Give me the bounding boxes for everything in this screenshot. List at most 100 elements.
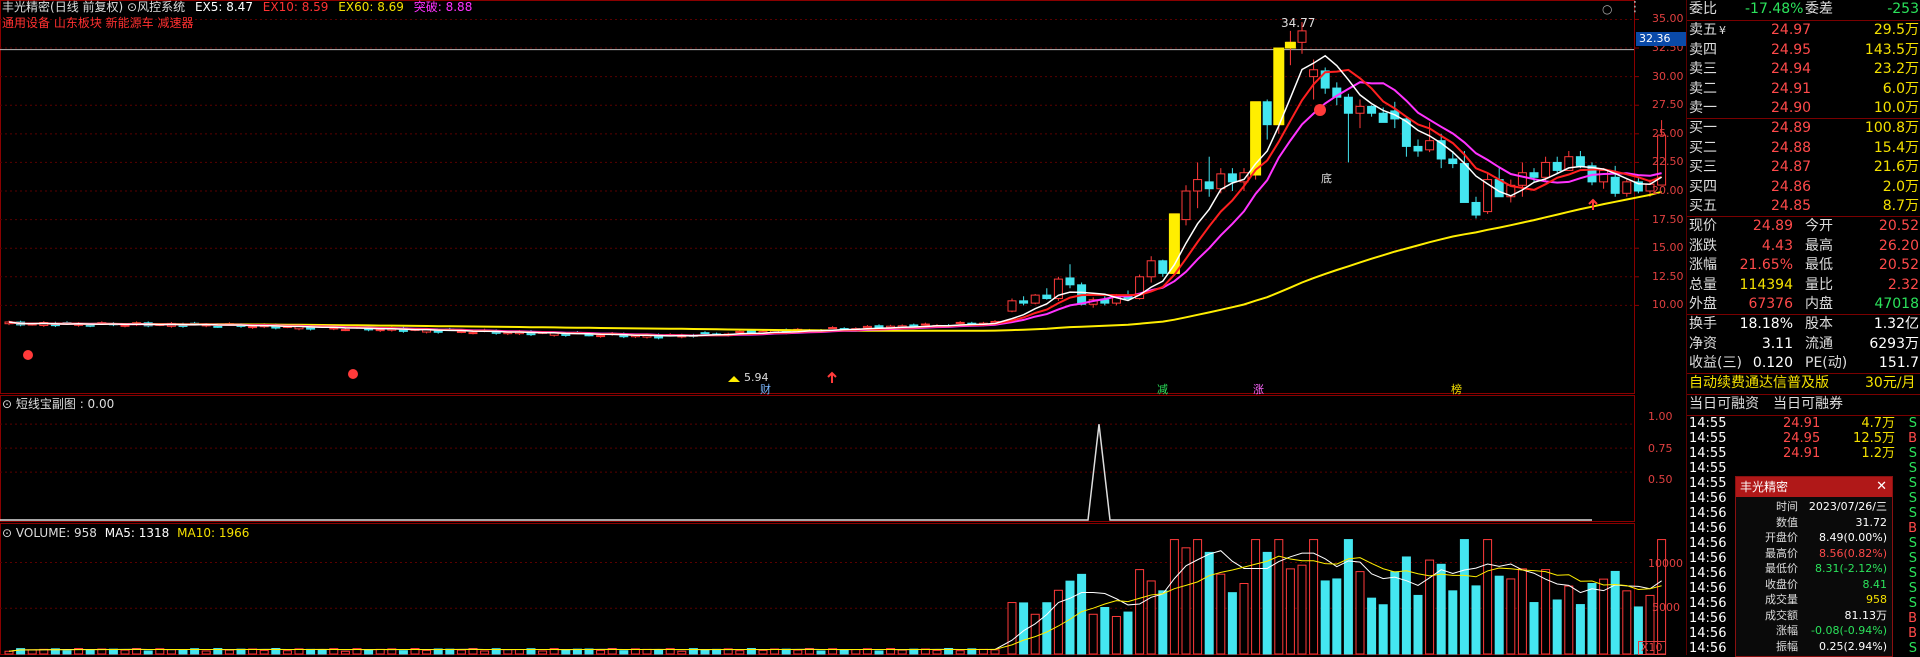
ask-volume: 29.5万 — [1873, 22, 1919, 38]
volume-bar — [1216, 573, 1226, 655]
volume-bar — [1007, 602, 1017, 655]
trade-time: 14:56 — [1689, 581, 1727, 596]
volume-bar — [120, 649, 130, 655]
volume-bar — [897, 649, 907, 655]
ask-row-2[interactable]: 卖二 24.91 6.0万 — [1687, 80, 1920, 99]
popup-key: 成交额 — [1765, 608, 1798, 622]
trade-row: 14:55 24.91 1.2万 S — [1687, 446, 1920, 461]
ask-row-3[interactable]: 卖三 24.94 23.2万 — [1687, 60, 1920, 79]
price-tick-8: 15.00 — [1652, 241, 1684, 255]
bid-label: 买三 — [1689, 159, 1717, 175]
volume-bar — [1483, 539, 1493, 655]
volume-bar — [340, 650, 350, 655]
bid-volume: 21.6万 — [1873, 159, 1919, 175]
bar-info-popup[interactable]: 丰光精密 ✕ 时间 2023/07/26/三 数值 31.72 开盘价 8.49(0.00… — [1735, 476, 1893, 657]
menu-icon[interactable]: ⋮ — [1628, 0, 1642, 14]
candle-body — [375, 329, 385, 332]
candle-body — [1425, 140, 1435, 151]
tab-margin-financing[interactable]: 当日可融资 — [1689, 395, 1759, 414]
volume-bar — [851, 649, 861, 655]
bid-row-2[interactable]: 买二 24.88 15.4万 — [1687, 139, 1920, 158]
popup-key: 数值 — [1776, 515, 1798, 529]
marker-list[interactable]: 榜 — [1451, 383, 1462, 397]
stat-row: 涨幅 21.65% 最低 20.52 — [1687, 256, 1920, 275]
marker-finance[interactable]: 财 — [760, 383, 771, 397]
stat-row: 总量 114394 量比 2.32 — [1687, 276, 1920, 295]
volume-bar — [282, 650, 292, 655]
bid-row-3[interactable]: 买三 24.87 21.6万 — [1687, 158, 1920, 177]
volume-bar — [1436, 563, 1446, 655]
popup-key: 开盘价 — [1765, 531, 1798, 544]
bid-row-4[interactable]: 买四 24.86 2.0万 — [1687, 178, 1920, 197]
volume-bar — [1332, 578, 1342, 655]
volume-bar — [1622, 590, 1632, 655]
candle-body — [700, 332, 710, 335]
ask-row-4[interactable]: 卖四 24.95 143.5万 — [1687, 41, 1920, 60]
candle-body — [1471, 201, 1481, 216]
stat-label: 总量 — [1689, 276, 1717, 293]
volume-bar — [619, 650, 629, 655]
trade-time: 14:56 — [1689, 596, 1727, 611]
volume-bar — [1193, 539, 1203, 655]
bid-row-1[interactable]: 买一 24.89 100.8万 — [1687, 119, 1920, 138]
trade-side: S — [1908, 641, 1917, 656]
volume-bar — [1111, 615, 1121, 655]
tab-margin-short[interactable]: 当日可融券 — [1773, 395, 1843, 414]
kline-chart[interactable] — [0, 0, 1686, 655]
settings-icon[interactable]: ○ — [1602, 2, 1612, 16]
ask-row-1[interactable]: 卖一 24.90 10.0万 — [1687, 99, 1920, 118]
candle-body — [1355, 105, 1365, 114]
volume-bar — [1355, 571, 1365, 655]
trade-time: 14:56 — [1689, 566, 1727, 581]
stat2-label-2: PE(动) — [1805, 355, 1848, 371]
candle-body — [456, 331, 466, 334]
volume-bar — [735, 650, 745, 655]
volume-bar — [27, 649, 37, 655]
candle-body — [1216, 173, 1226, 190]
marker-limit-up[interactable]: 涨 — [1253, 383, 1264, 397]
candle-body — [1065, 277, 1075, 286]
popup-value: -0.08(-0.94%) — [1811, 624, 1887, 637]
stat-row: 外盘 67376 内盘 47018 — [1687, 295, 1920, 314]
volume-bar — [1564, 585, 1574, 655]
volume-bar — [1448, 590, 1458, 655]
promo-price[interactable]: 30元/月 — [1865, 374, 1916, 393]
bid-row-5[interactable]: 买五 24.85 8.7万 — [1687, 197, 1920, 216]
popup-value: 81.13万 — [1844, 608, 1888, 622]
volume-bar — [1285, 568, 1295, 655]
promo-row[interactable]: 自动续费通达信普及版 30元/月 — [1687, 374, 1920, 393]
chevron-down-icon[interactable]: ⊙ — [127, 0, 137, 14]
stat-value: 21.65% — [1739, 257, 1793, 273]
low-marker-icon — [728, 376, 740, 382]
volume-bar — [712, 648, 722, 655]
candle-body — [1309, 69, 1319, 78]
price-tick-4: 25.00 — [1652, 126, 1684, 140]
marker-reduce[interactable]: 减 — [1157, 383, 1168, 397]
popup-title-bar[interactable]: 丰光精密 ✕ — [1736, 477, 1892, 497]
promo-text[interactable]: 自动续费通达信普及版 — [1689, 374, 1829, 393]
volume-bar — [1251, 539, 1261, 655]
stat-row: 现价 24.89 今开 20.52 — [1687, 217, 1920, 236]
candle-body — [468, 332, 478, 335]
sub-panel-border — [0, 395, 1635, 522]
volume-bar — [1425, 559, 1435, 655]
candle-body — [1378, 112, 1388, 123]
volume-label: ⊙ VOLUME: 958 MA5: 1318 MA10: 1966 — [2, 526, 249, 540]
collapse-icon-2[interactable]: ⊙ — [2, 526, 16, 540]
ask-row-5[interactable]: 卖五 ¥24.97 29.5万 — [1687, 21, 1920, 40]
volume-bar — [503, 649, 513, 655]
sector-tags[interactable]: 通用设备 山东板块 新能源车 减速器 — [2, 16, 193, 30]
trade-price: 24.95 — [1783, 431, 1821, 446]
volume-bar — [1320, 580, 1330, 655]
ask-volume: 6.0万 — [1882, 80, 1919, 97]
candle-body — [1552, 161, 1562, 171]
stat2-value-2: 151.7 — [1878, 355, 1919, 371]
red-signal-icon — [348, 369, 358, 379]
ask-label: 卖四 — [1689, 41, 1717, 58]
candle-body — [1007, 300, 1017, 312]
candle-body — [1042, 294, 1052, 300]
stat2-label: 换手 — [1689, 316, 1717, 332]
collapse-icon[interactable]: ⊙ — [2, 397, 16, 411]
system-name[interactable]: 风控系统 — [137, 0, 185, 14]
close-icon[interactable]: ✕ — [1876, 477, 1887, 497]
